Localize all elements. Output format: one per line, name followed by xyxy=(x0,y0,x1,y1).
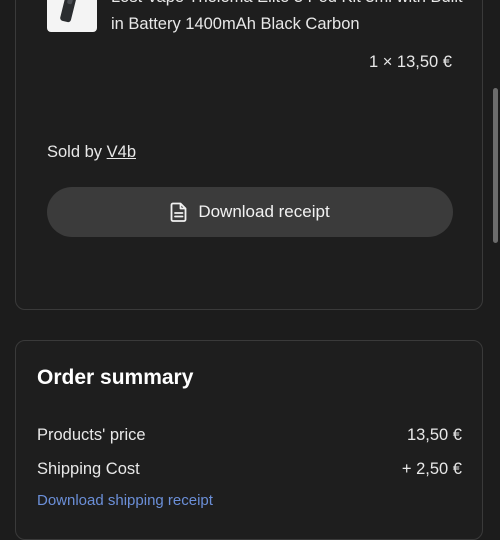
vape-device-image xyxy=(59,0,80,23)
download-receipt-label: Download receipt xyxy=(198,202,330,221)
download-receipt-button[interactable]: Download receipt xyxy=(47,187,453,237)
products-price-label: Products' price xyxy=(37,426,146,444)
quantity-price: 1 × 13,50 € xyxy=(368,53,452,71)
product-thumbnail[interactable] xyxy=(47,0,97,32)
scrollbar[interactable] xyxy=(493,88,498,243)
products-price-value: 13,50 € xyxy=(406,426,462,444)
sold-by-prefix: Sold by xyxy=(47,143,103,161)
product-name[interactable]: Lost Vape Thelema Elite 3 Pod Kit 3ml wi… xyxy=(111,0,471,38)
sold-by: Sold by V4b xyxy=(47,143,136,162)
document-icon xyxy=(170,202,188,222)
shipping-receipt-link[interactable]: Download shipping receipt xyxy=(37,492,213,509)
shipping-cost-value: + 2,50 € xyxy=(401,460,462,478)
seller-link[interactable]: V4b xyxy=(107,143,136,161)
order-summary-title: Order summary xyxy=(37,366,194,389)
shipping-cost-label: Shipping Cost xyxy=(37,460,140,478)
